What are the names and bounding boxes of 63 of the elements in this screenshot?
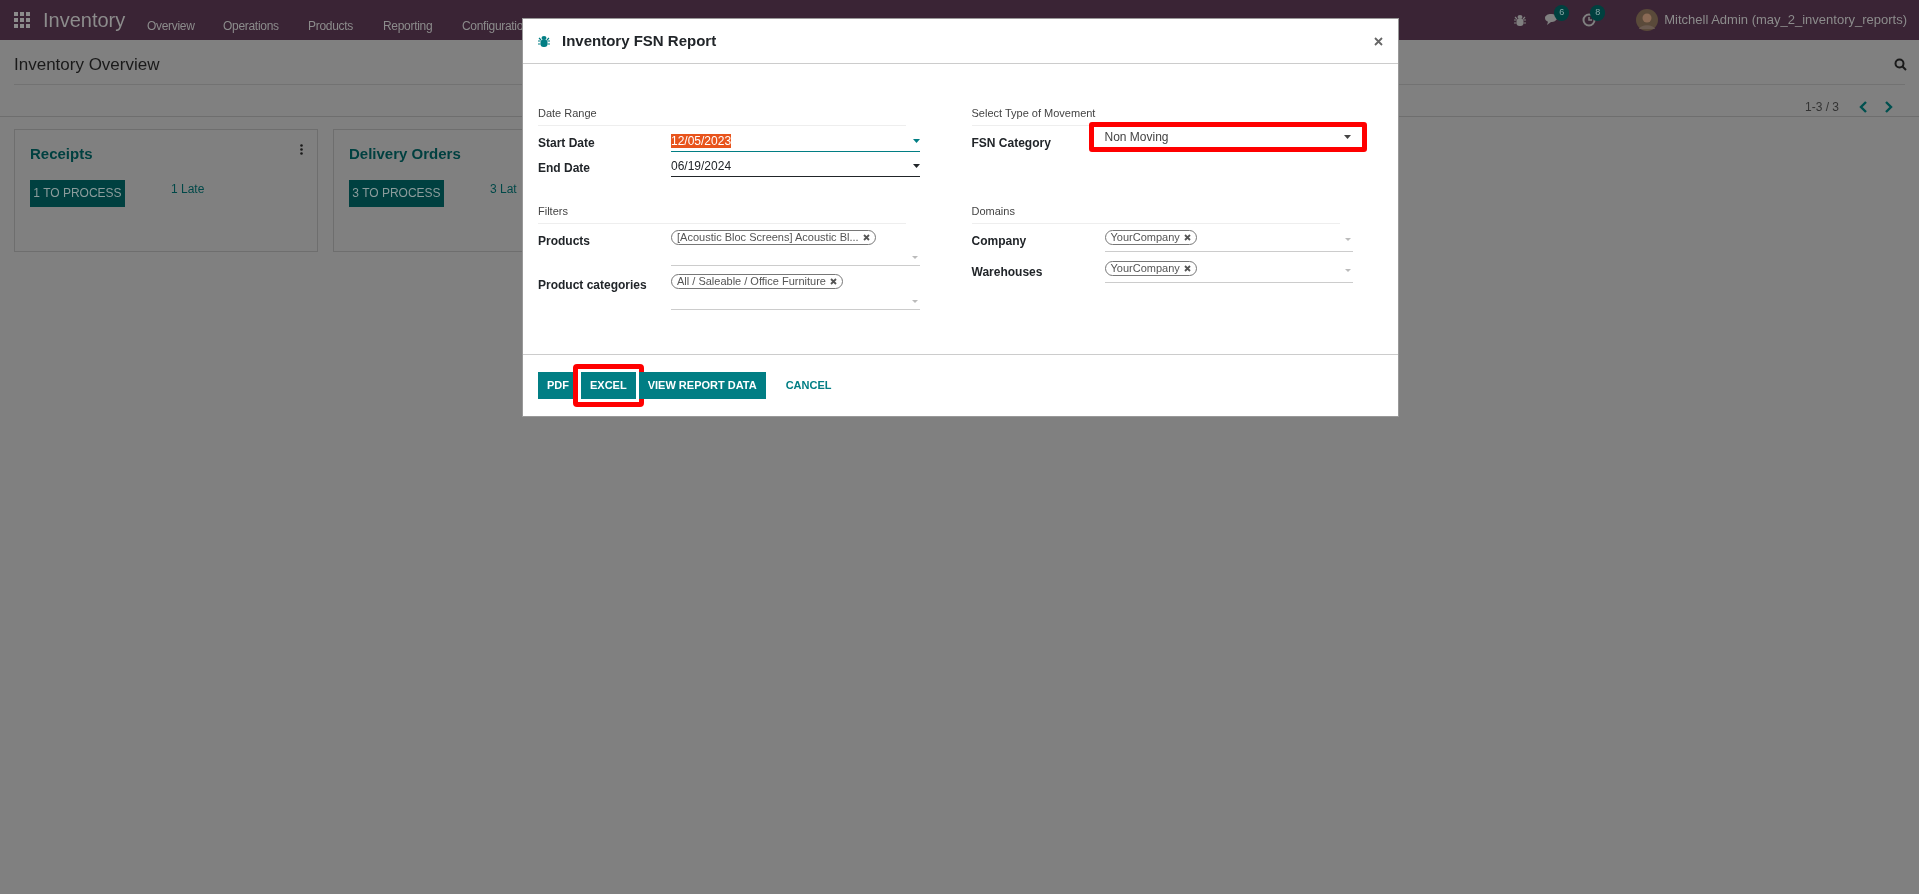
tags-field[interactable]: YourCompany: [1104, 259, 1353, 283]
app-title[interactable]: Inventory: [43, 5, 126, 35]
remove-icon[interactable]: [1183, 234, 1191, 241]
remove-icon[interactable]: [862, 234, 870, 241]
next-icon[interactable]: [1884, 100, 1893, 113]
user-name[interactable]: Mitchell Admin (may_2_inventory_reports): [1664, 10, 1907, 30]
search-icon[interactable]: [1894, 58, 1907, 72]
menu-item[interactable]: Operations: [223, 19, 279, 33]
pager-value: 1-3 / 3: [1804, 98, 1839, 116]
field-label: End Date: [538, 160, 591, 177]
previous-icon[interactable]: [1859, 100, 1868, 113]
tags-field[interactable]: [Acoustic Bloc Screens] Acoustic Bl...: [671, 228, 920, 266]
field-label: Product categories: [538, 277, 648, 294]
tags-field[interactable]: All / Saleable / Office Furniture: [671, 272, 920, 310]
to-process-button[interactable]: 1 TO PROCESS: [30, 179, 125, 207]
dialog-button[interactable]: VIEW REPORT DATA: [638, 372, 766, 399]
card-title[interactable]: Delivery Orders: [349, 143, 461, 166]
to-process-button[interactable]: 3 TO PROCESS: [349, 179, 444, 207]
caret-icon: [911, 300, 918, 303]
late-link[interactable]: 1 Late: [171, 179, 205, 198]
date-field[interactable]: 06/19/2024: [671, 155, 920, 177]
field-label: Warehouses: [971, 264, 1044, 281]
card-title[interactable]: Receipts: [30, 143, 93, 166]
count-badge: 8: [1590, 5, 1606, 21]
caret-icon: [911, 256, 918, 259]
field-label: Start Date: [538, 135, 596, 152]
clock-icon[interactable]: [1582, 13, 1597, 27]
late-link[interactable]: 3 Lat: [490, 179, 517, 198]
select-field[interactable]: Non Moving: [1094, 128, 1361, 146]
date-value: 06/19/2024: [671, 158, 732, 173]
menu-item[interactable]: Configuratio: [462, 19, 524, 33]
section-heading: Date Range: [538, 107, 597, 119]
remove-icon[interactable]: [830, 278, 837, 285]
select-value: Non Moving: [1104, 129, 1169, 146]
bug-icon: [538, 34, 550, 48]
avatar[interactable]: [1636, 9, 1659, 31]
page-title: Inventory Overview: [14, 54, 160, 76]
caret-icon: [1343, 135, 1351, 139]
section-heading: Filters: [538, 205, 568, 217]
cancel-link[interactable]: CANCEL: [774, 372, 843, 399]
dialog-title: Inventory FSN Report: [562, 30, 717, 51]
date-field[interactable]: 12/05/2023: [671, 130, 920, 152]
section-heading: Domains: [971, 205, 1015, 217]
menu-item[interactable]: Products: [308, 19, 353, 33]
field-label: Company: [971, 233, 1028, 250]
date-value: 12/05/2023: [671, 133, 732, 148]
caret-icon: [1345, 238, 1351, 241]
section-heading: Select Type of Movement: [971, 107, 1096, 119]
caret-icon: [1345, 269, 1351, 272]
remove-icon[interactable]: [1183, 265, 1191, 272]
dialog-button[interactable]: EXCEL: [581, 372, 636, 399]
field-label: Products: [538, 233, 591, 250]
field-label: FSN Category: [971, 135, 1052, 152]
caret-icon: [912, 163, 920, 168]
count-badge: 6: [1554, 5, 1570, 21]
apps-menu-icon[interactable]: [14, 12, 30, 28]
more-options-icon[interactable]: [300, 144, 303, 155]
menu-item[interactable]: Overview: [147, 19, 195, 33]
close-icon[interactable]: [1374, 36, 1383, 46]
tags-field[interactable]: YourCompany: [1104, 228, 1353, 252]
bug-icon: [1514, 13, 1527, 27]
menu-item[interactable]: Reporting: [383, 19, 433, 33]
caret-icon: [912, 138, 920, 143]
